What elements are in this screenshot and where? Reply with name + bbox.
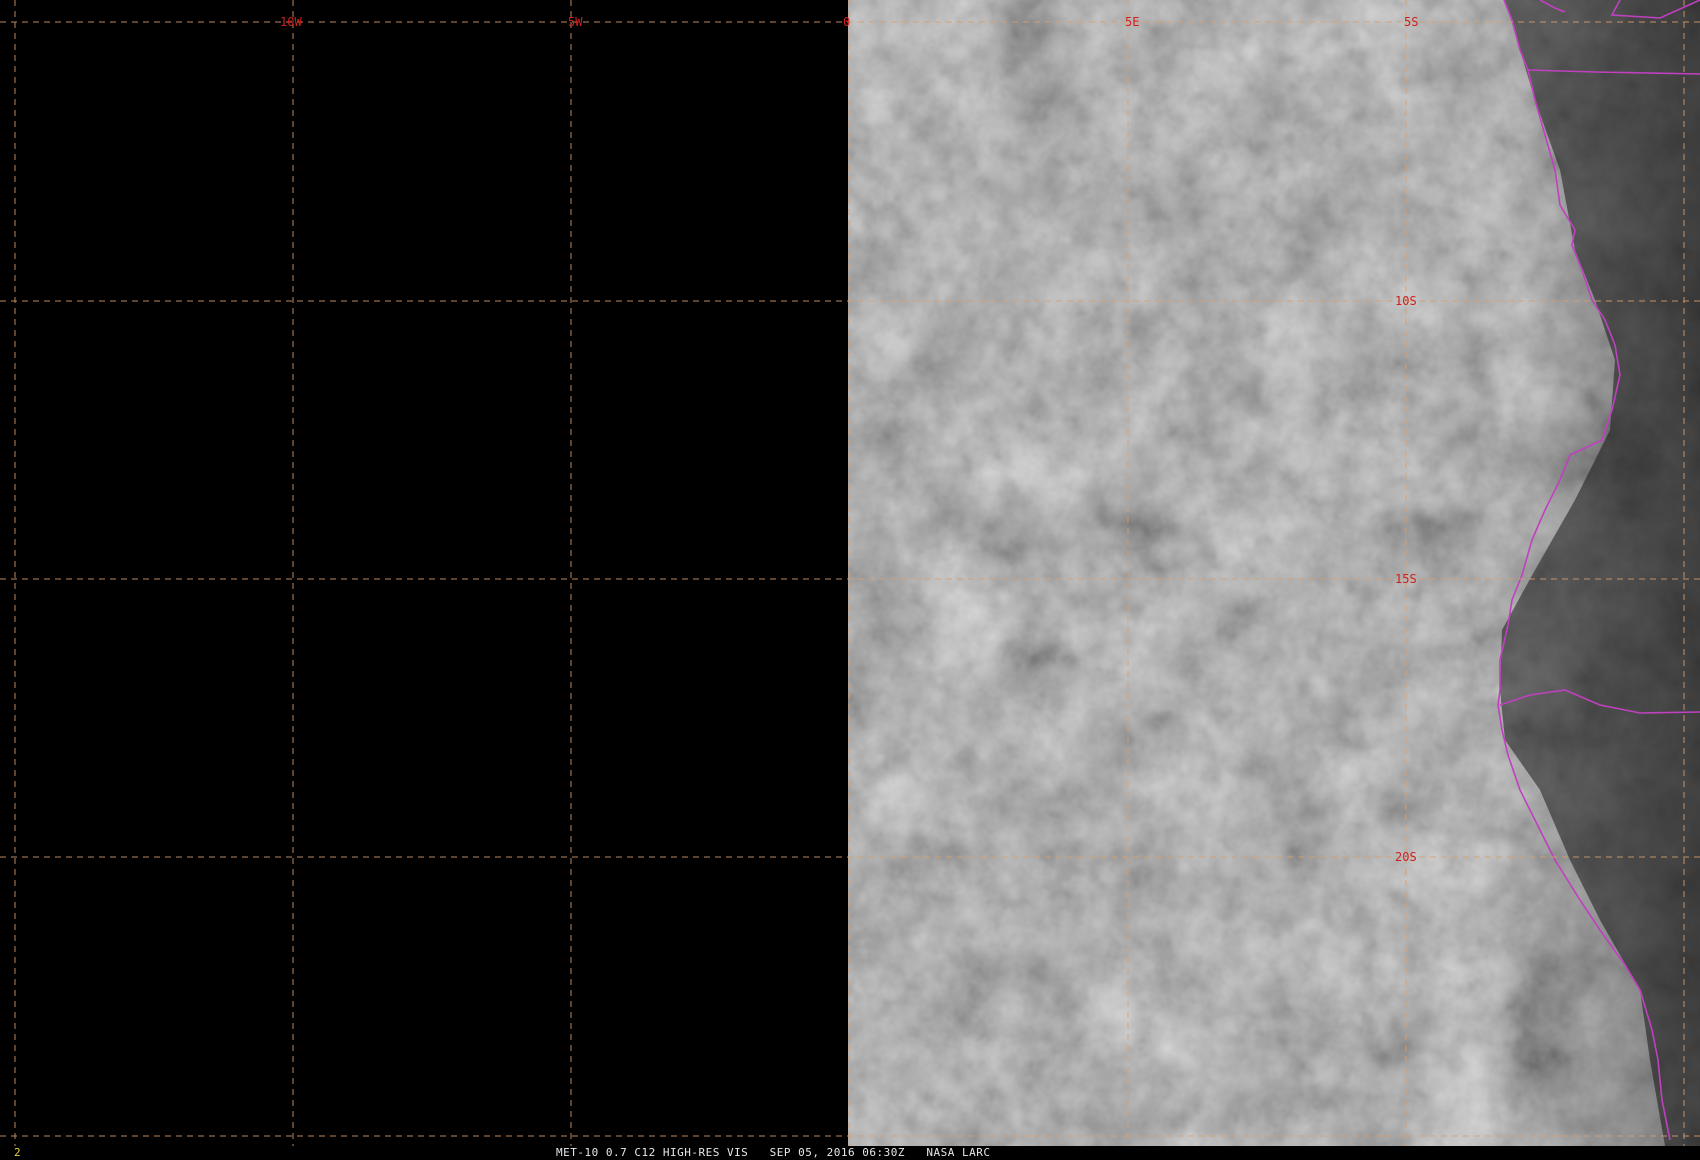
- longitude-label: 5E: [1125, 15, 1139, 29]
- latitude-label: 20S: [1395, 850, 1417, 864]
- latitude-label: 10S: [1395, 294, 1417, 308]
- image-caption: MET-10 0.7 C12 HIGH-RES VIS SEP 05, 2016…: [556, 1146, 991, 1159]
- frame-number: 2: [14, 1146, 22, 1159]
- satellite-imagery: [848, 0, 1700, 1146]
- latitude-label: 15S: [1395, 572, 1417, 586]
- latitude-label: 5S: [1404, 15, 1418, 29]
- longitude-label: 5W: [568, 15, 583, 29]
- longitude-label: 0: [843, 15, 850, 29]
- status-bar: 2 MET-10 0.7 C12 HIGH-RES VIS SEP 05, 20…: [0, 1146, 1700, 1160]
- satellite-map: 10W 5W 0 5E 5S 10S 15S 20S: [0, 0, 1700, 1160]
- longitude-label: 10W: [280, 15, 302, 29]
